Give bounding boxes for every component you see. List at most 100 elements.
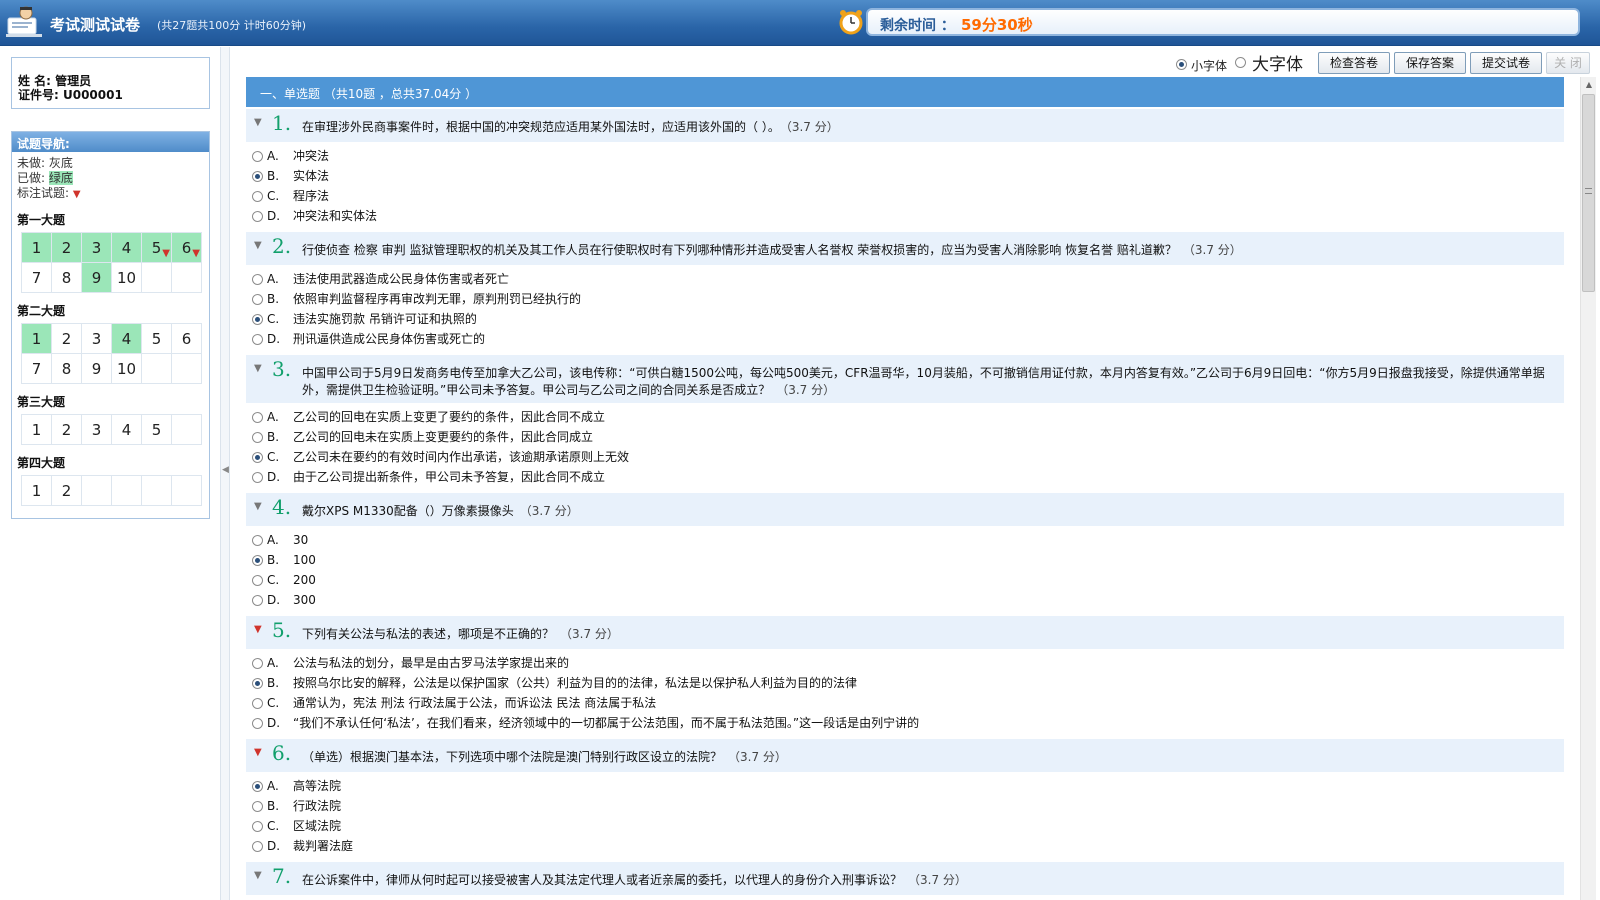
nav-item[interactable]: 8 [51,353,82,384]
nav-item[interactable]: 2 [51,232,82,263]
question-score: （3.7 分） [560,627,619,641]
nav-item[interactable]: 3 [81,323,112,354]
radio-icon[interactable] [252,575,263,586]
option-a[interactable]: A. 违法使用武器造成公民身体伤害或者死亡 [252,269,1564,289]
radio-icon[interactable] [252,334,263,345]
radio-icon[interactable] [252,535,263,546]
nav-item[interactable]: 4 [111,232,142,263]
scroll-up-icon[interactable]: ▲ [1581,77,1597,93]
nav-section-title: 第三大题 [17,395,66,409]
option-b[interactable]: B. 实体法 [252,166,1564,186]
radio-icon[interactable] [252,274,263,285]
option-c[interactable]: C. 程序法 [252,186,1564,206]
radio-icon[interactable] [252,595,263,606]
radio-icon[interactable] [252,821,263,832]
nav-item[interactable]: 8 [51,262,82,293]
nav-item[interactable]: 9 [81,262,112,293]
option-c[interactable]: C. 200 [252,570,1564,590]
option-b[interactable]: B. 乙公司的回电未在实质上变更要约的条件，因此合同成立 [252,427,1564,447]
option-c[interactable]: C. 区域法院 [252,816,1564,836]
option-a[interactable]: A. 冲突法 [252,146,1564,166]
section-header: 一、单选题 （共10题 ，总共37.04分 ） [246,77,1564,107]
option-d[interactable]: D. 冲突法和实体法 [252,206,1564,226]
option-a[interactable]: A. 30 [252,530,1564,550]
option-b[interactable]: B. 100 [252,550,1564,570]
radio-selected-icon[interactable] [252,678,263,689]
nav-item[interactable]: 1 [21,323,52,354]
radio-selected-icon[interactable] [252,314,263,325]
flag-icon[interactable]: ▼ [254,624,262,635]
nav-item[interactable]: 4 [111,323,142,354]
option-a[interactable]: A. 公法与私法的划分，最早是由古罗马法学家提出来的 [252,653,1564,673]
option-c[interactable]: C. 乙公司未在要约的有效时间内作出承诺，该逾期承诺原则上无效 [252,447,1564,467]
nav-item[interactable]: 6 [171,323,202,354]
flag-icon[interactable]: ▼ [254,363,262,374]
check-answers-button[interactable]: 检查答卷 [1318,52,1390,74]
exam-logo-icon [6,6,42,37]
question-header: ▼ 6. （单选）根据澳门基本法，下列选项中哪个法院是澳门特别行政区设立的法院？… [246,739,1564,772]
radio-selected-icon[interactable] [252,171,263,182]
collapse-left-icon[interactable]: ◀ [222,465,229,475]
save-answers-button[interactable]: 保存答案 [1394,52,1466,74]
option-b[interactable]: B. 依照审判监督程序再审改判无罪，原判刑罚已经执行的 [252,289,1564,309]
large-font-radio[interactable] [1235,55,1246,69]
radio-icon[interactable] [252,191,263,202]
nav-item[interactable]: 1 [21,475,52,506]
radio-icon[interactable] [252,698,263,709]
radio-icon[interactable] [252,294,263,305]
option-b[interactable]: B. 行政法院 [252,796,1564,816]
nav-item[interactable]: 2 [51,323,82,354]
radio-icon[interactable] [252,658,263,669]
radio-selected-icon[interactable] [252,781,263,792]
nav-item[interactable]: 10 [111,353,142,384]
radio-icon[interactable] [252,841,263,852]
option-d[interactable]: D. 300 [252,590,1564,610]
flag-icon[interactable]: ▼ [254,240,262,251]
nav-item[interactable]: 2 [51,475,82,506]
question-number: 5. [272,618,292,642]
flag-icon[interactable]: ▼ [254,117,262,128]
close-button[interactable]: 关 闭 [1546,52,1590,74]
radio-icon[interactable] [252,801,263,812]
nav-item[interactable]: 5 [141,323,172,354]
radio-icon[interactable] [252,151,263,162]
exam-summary: (共27题共100分 计时60分钟) [157,19,307,32]
content-scrollbar[interactable]: ▲ [1580,77,1596,900]
nav-item[interactable]: 5 ▼ [141,232,172,263]
flag-icon[interactable]: ▼ [254,747,262,758]
option-d[interactable]: D. “我们不承认任何‘私法’，在我们看来，经济领域中的一切都属于公法范围，而不属… [252,713,1564,733]
radio-icon[interactable] [252,412,263,423]
nav-item[interactable]: 2 [51,414,82,445]
flag-icon[interactable]: ▼ [254,501,262,512]
radio-icon[interactable] [252,432,263,443]
nav-item[interactable]: 1 [21,414,52,445]
nav-item[interactable]: 7 [21,262,52,293]
radio-icon[interactable] [252,718,263,729]
flag-icon[interactable]: ▼ [254,870,262,881]
scroll-thumb[interactable] [1582,94,1595,292]
radio-icon[interactable] [252,211,263,222]
small-font-radio[interactable] [1176,57,1187,71]
submit-exam-button[interactable]: 提交试卷 [1470,52,1542,74]
nav-item[interactable]: 3 [81,232,112,263]
radio-selected-icon[interactable] [252,452,263,463]
nav-item[interactable]: 6 ▼ [171,232,202,263]
option-c[interactable]: C. 通常认为，宪法 刑法 行政法属于公法，而诉讼法 民法 商法属于私法 [252,693,1564,713]
panel-splitter[interactable]: ◀ [220,47,230,900]
option-d[interactable]: D. 裁判署法庭 [252,836,1564,856]
radio-selected-icon[interactable] [252,555,263,566]
option-a[interactable]: A. 高等法院 [252,776,1564,796]
nav-item[interactable]: 9 [81,353,112,384]
radio-icon[interactable] [252,472,263,483]
option-d[interactable]: D. 刑讯逼供造成公民身体伤害或死亡的 [252,329,1564,349]
nav-item[interactable]: 4 [111,414,142,445]
nav-item[interactable]: 7 [21,353,52,384]
nav-item[interactable]: 5 [141,414,172,445]
option-d[interactable]: D. 由于乙公司提出新条件，甲公司未予答复，因此合同不成立 [252,467,1564,487]
option-b[interactable]: B. 按照乌尔比安的解释，公法是以保护国家（公共）利益为目的的法律，私法是以保护私… [252,673,1564,693]
option-a[interactable]: A. 乙公司的回电在实质上变更了要约的条件，因此合同不成立 [252,407,1564,427]
nav-item[interactable]: 1 [21,232,52,263]
option-c[interactable]: C. 违法实施罚款 吊销许可证和执照的 [252,309,1564,329]
nav-item[interactable]: 10 [111,262,142,293]
nav-item[interactable]: 3 [81,414,112,445]
